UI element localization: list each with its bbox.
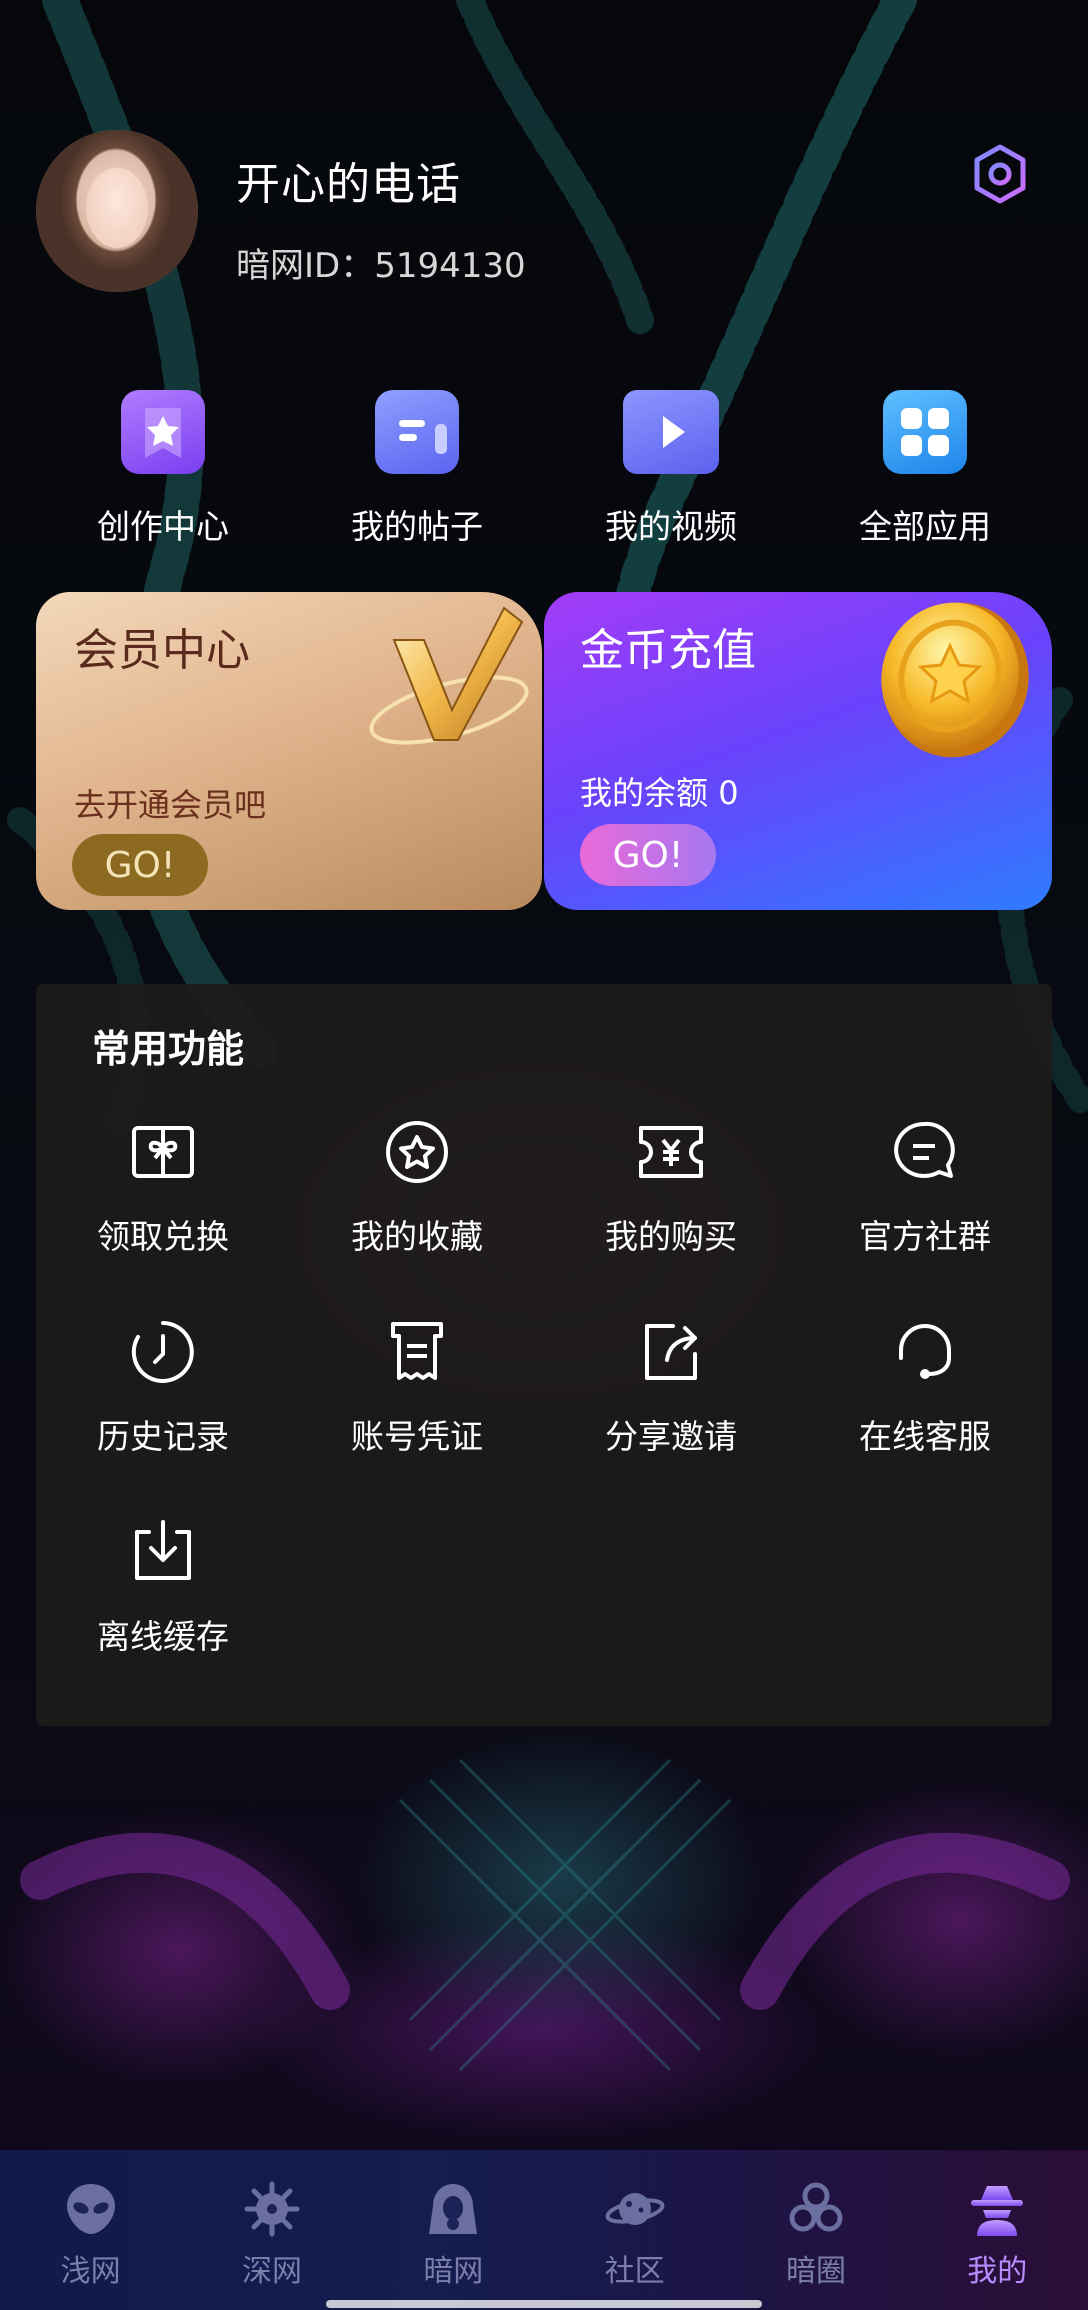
quick-entry-label: 我的视频 — [605, 507, 737, 546]
quick-entry-my-posts[interactable]: 我的帖子 — [290, 390, 544, 560]
function-favorites[interactable]: 我的收藏 — [290, 1114, 544, 1314]
home-indicator[interactable] — [326, 2300, 762, 2308]
tab-deep-web[interactable]: 深网 — [181, 2150, 362, 2310]
function-label: 在线客服 — [859, 1417, 991, 1456]
apps-grid-icon — [883, 390, 967, 474]
tab-mine[interactable]: 我的 — [907, 2150, 1088, 2310]
common-functions-panel: 常用功能 领取兑换 我的收藏 我的购买 官方社群 历史记录 账号凭证 分享邀请 … — [36, 984, 1052, 1726]
star-bookmark-icon — [121, 390, 205, 474]
receipt-icon — [391, 1322, 443, 1380]
function-purchases[interactable]: 我的购买 — [544, 1114, 798, 1314]
post-icon — [375, 390, 459, 474]
alien-icon — [66, 2184, 115, 2234]
biohazard-icon — [789, 2182, 843, 2232]
tab-dark-circle[interactable]: 暗圈 — [725, 2150, 906, 2310]
bottom-nav: 浅网 深网 暗网 社区 暗圈 我的 — [0, 2150, 1088, 2310]
vip-center-card[interactable]: 会员中心 去开通会员吧 GO! — [36, 592, 542, 910]
function-customer-service[interactable]: 在线客服 — [798, 1314, 1052, 1514]
quick-entry-all-apps[interactable]: 全部应用 — [798, 390, 1052, 560]
avatar[interactable] — [36, 130, 198, 292]
clock-icon — [131, 1321, 194, 1383]
gift-card-icon — [132, 1126, 194, 1178]
coin-go-button[interactable]: GO! — [580, 824, 716, 886]
function-history[interactable]: 历史记录 — [36, 1314, 290, 1514]
user-id-value: 5194130 — [374, 246, 526, 286]
chat-bubble-icon — [894, 1121, 955, 1178]
balance-value: 0 — [718, 774, 739, 812]
spy-icon — [971, 2186, 1024, 2236]
headset-icon — [899, 1324, 951, 1379]
quick-entries: 创作中心 我的帖子 我的视频 全部应用 — [36, 390, 1052, 560]
tab-community[interactable]: 社区 — [544, 2150, 725, 2310]
tab-label: 暗圈 — [785, 2254, 846, 2289]
function-label: 领取兑换 — [97, 1217, 229, 1256]
planet-icon — [605, 2193, 665, 2225]
function-account-credential[interactable]: 账号凭证 — [290, 1314, 544, 1514]
hexagon-settings-icon — [974, 144, 1026, 204]
quick-entry-creation-center[interactable]: 创作中心 — [36, 390, 290, 560]
tab-label: 浅网 — [60, 2254, 121, 2289]
coin-recharge-card[interactable]: 金币充值 我的余额 0 GO! — [544, 592, 1052, 910]
balance-row: 我的余额 0 — [580, 768, 739, 814]
username: 开心的电话 — [236, 159, 461, 210]
quick-entry-label: 我的帖子 — [351, 507, 483, 546]
user-id-label: 暗网ID： — [236, 246, 375, 286]
function-label: 官方社群 — [859, 1217, 991, 1256]
tab-dark-web[interactable]: 暗网 — [363, 2150, 544, 2310]
tab-label: 社区 — [604, 2254, 665, 2289]
ticket-yen-icon — [639, 1126, 703, 1178]
function-label: 我的购买 — [605, 1217, 737, 1256]
download-icon — [135, 1520, 191, 1580]
star-circle-icon — [386, 1121, 448, 1183]
tab-shallow-web[interactable]: 浅网 — [0, 2150, 181, 2310]
balance-label: 我的余额 — [580, 774, 709, 812]
quick-entry-my-videos[interactable]: 我的视频 — [544, 390, 798, 560]
function-community[interactable]: 官方社群 — [798, 1114, 1052, 1314]
tab-label: 暗网 — [423, 2254, 484, 2289]
hooded-figure-icon — [429, 2184, 478, 2234]
function-label: 离线缓存 — [97, 1617, 229, 1656]
function-label: 账号凭证 — [351, 1417, 483, 1456]
gold-coin-icon — [881, 602, 1029, 758]
function-label: 我的收藏 — [351, 1217, 483, 1256]
quick-entry-label: 创作中心 — [97, 507, 229, 546]
function-label: 历史记录 — [97, 1417, 229, 1456]
share-icon — [645, 1324, 697, 1380]
function-share-invite[interactable]: 分享邀请 — [544, 1314, 798, 1514]
user-id: 暗网ID：5194130 — [236, 238, 526, 287]
function-redeem[interactable]: 领取兑换 — [36, 1114, 290, 1314]
coin-card-title: 金币充值 — [580, 625, 756, 676]
vip-v-emblem-icon — [369, 606, 529, 745]
quick-entry-label: 全部应用 — [859, 507, 991, 546]
video-play-icon — [623, 390, 719, 474]
common-functions-title: 常用功能 — [92, 1027, 245, 1071]
settings-button[interactable] — [968, 142, 1032, 206]
vip-card-subtitle: 去开通会员吧 — [74, 786, 267, 824]
function-label: 分享邀请 — [605, 1417, 737, 1456]
vip-card-title: 会员中心 — [74, 625, 250, 676]
avatar-face — [86, 168, 148, 248]
tab-label: 我的 — [967, 2254, 1028, 2289]
tab-label: 深网 — [241, 2254, 302, 2289]
mine-icon — [244, 2181, 300, 2237]
vip-go-button[interactable]: GO! — [72, 834, 208, 896]
function-offline-cache[interactable]: 离线缓存 — [36, 1514, 290, 1714]
